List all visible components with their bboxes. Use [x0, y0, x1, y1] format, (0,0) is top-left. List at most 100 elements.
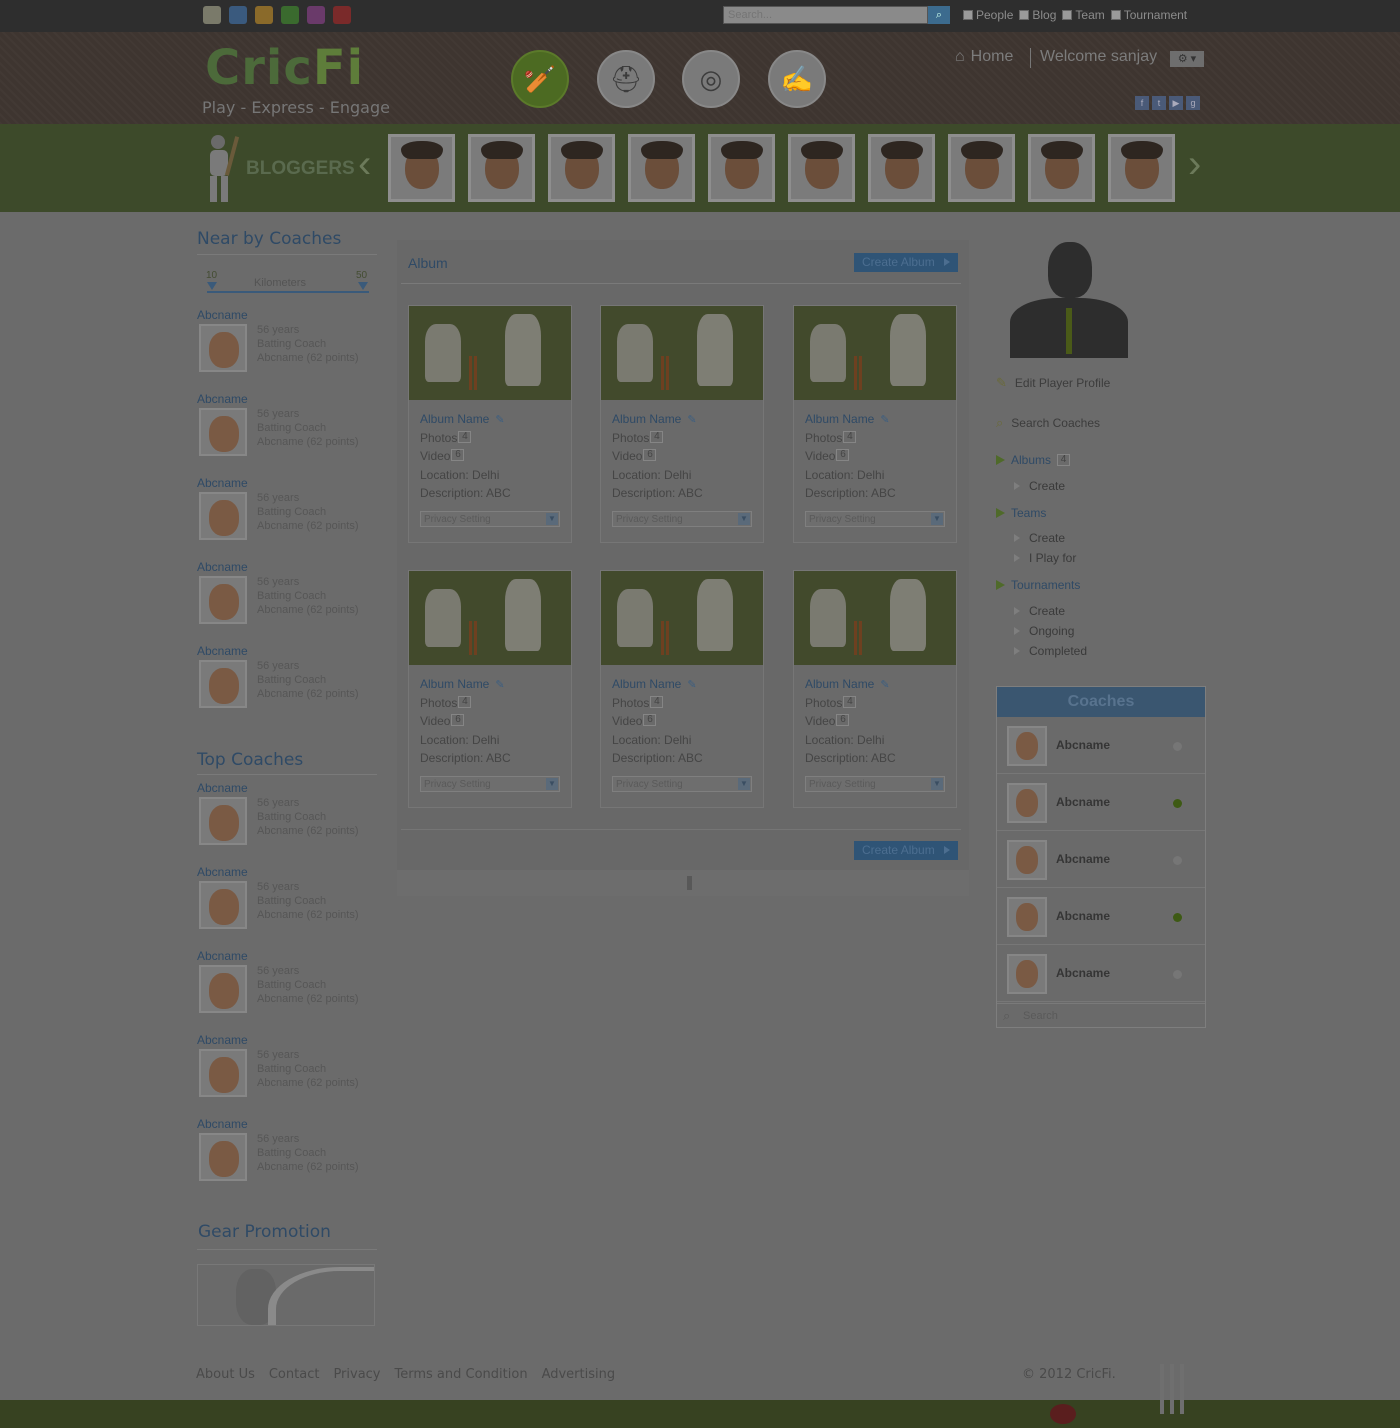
album-cover-photo[interactable]: [409, 306, 571, 400]
twitter-icon[interactable]: t: [1152, 96, 1166, 110]
footer-link-privacy[interactable]: Privacy: [333, 1367, 380, 1382]
create-album-button[interactable]: Create Album: [854, 253, 958, 272]
album-name[interactable]: Album Name: [805, 412, 874, 426]
coach-list-item[interactable]: Abcname 56 years Batting Coach Abcname (62 …: [197, 865, 377, 945]
album-name-link[interactable]: Album Name ✎: [420, 677, 505, 691]
edit-player-profile-link[interactable]: ✎ Edit Player Profile: [996, 375, 1110, 391]
edit-pencil-icon[interactable]: ✎: [687, 414, 696, 426]
coach-name[interactable]: Abcname: [1056, 966, 1110, 980]
footer-link-contact[interactable]: Contact: [269, 1367, 320, 1382]
bloggers-prev-arrow[interactable]: ‹: [358, 144, 371, 184]
privacy-setting-select[interactable]: Privacy Setting ▼: [805, 776, 945, 792]
album-name[interactable]: Album Name: [420, 677, 489, 691]
notepad-icon[interactable]: [203, 6, 221, 24]
coach-avatar[interactable]: [1007, 783, 1047, 823]
coach-name[interactable]: Abcname: [197, 949, 248, 963]
coach-widget-item[interactable]: Abcname: [997, 946, 1205, 1002]
filter-team[interactable]: Team: [1062, 8, 1105, 22]
privacy-setting-select[interactable]: Privacy Setting ▼: [612, 776, 752, 792]
album-name-link[interactable]: Album Name ✎: [805, 677, 890, 691]
filter-people[interactable]: People: [963, 8, 1013, 22]
coach-name[interactable]: Abcname: [197, 1033, 248, 1047]
coach-widget-item[interactable]: Abcname: [997, 889, 1205, 945]
blogger-thumbnail[interactable]: [868, 134, 935, 202]
chevron-down-icon[interactable]: ▼: [546, 778, 558, 790]
coach-avatar[interactable]: [1007, 726, 1047, 766]
ribbon-icon[interactable]: [307, 6, 325, 24]
coach-name[interactable]: Abcname: [197, 644, 248, 658]
coach-list-item[interactable]: Abcname 56 years Batting Coach Abcname (62 …: [197, 476, 377, 556]
album-name-link[interactable]: Album Name ✎: [420, 412, 505, 426]
teams-create-link[interactable]: Create: [1014, 531, 1065, 545]
blogger-thumbnail[interactable]: [948, 134, 1015, 202]
coach-avatar[interactable]: [199, 881, 247, 929]
tag-icon[interactable]: [281, 6, 299, 24]
coach-name[interactable]: Abcname: [197, 781, 248, 795]
albums-create-link[interactable]: Create: [1014, 479, 1065, 493]
checkmark-icon[interactable]: [333, 6, 351, 24]
chevron-down-icon[interactable]: ▼: [738, 778, 750, 790]
nav-cricket-player[interactable]: 🏏: [511, 50, 569, 108]
album-cover-photo[interactable]: [794, 571, 956, 665]
pizza-icon[interactable]: [255, 6, 273, 24]
filter-tournament[interactable]: Tournament: [1110, 8, 1187, 22]
coach-list-item[interactable]: Abcname 56 years Batting Coach Abcname (62 …: [197, 560, 377, 640]
coach-list-item[interactable]: Abcname 56 years Batting Coach Abcname (62 …: [197, 1117, 377, 1197]
search-coaches-link[interactable]: ⌕ Search Coaches: [996, 415, 1100, 431]
teams-menu[interactable]: Teams: [996, 506, 1046, 520]
blogger-thumbnail[interactable]: [1028, 134, 1095, 202]
tournaments-ongoing-link[interactable]: Ongoing: [1014, 624, 1074, 638]
chevron-down-icon[interactable]: ▼: [546, 513, 558, 525]
privacy-setting-select[interactable]: Privacy Setting ▼: [612, 511, 752, 527]
distance-slider[interactable]: 10 Kilometers 50: [203, 270, 373, 294]
blogger-thumbnail[interactable]: [548, 134, 615, 202]
coach-avatar[interactable]: [1007, 954, 1047, 994]
album-name[interactable]: Album Name: [612, 412, 681, 426]
footer-link-terms-and-condition[interactable]: Terms and Condition: [395, 1367, 528, 1382]
blogger-thumbnail[interactable]: [1108, 134, 1175, 202]
album-scrollbar[interactable]: [397, 870, 969, 896]
coach-avatar[interactable]: [199, 1049, 247, 1097]
coach-avatar[interactable]: [199, 408, 247, 456]
site-search-input[interactable]: [723, 6, 928, 24]
nav-helmet[interactable]: ⛑: [597, 50, 655, 108]
edit-pencil-icon[interactable]: ✎: [495, 414, 504, 426]
coach-avatar[interactable]: [199, 1133, 247, 1181]
chevron-down-icon[interactable]: ▼: [931, 778, 943, 790]
coach-widget-item[interactable]: Abcname: [997, 718, 1205, 774]
album-cover-photo[interactable]: [409, 571, 571, 665]
coach-list-item[interactable]: Abcname 56 years Batting Coach Abcname (62 …: [197, 781, 377, 861]
coach-avatar[interactable]: [199, 660, 247, 708]
coach-avatar[interactable]: [199, 576, 247, 624]
album-cover-photo[interactable]: [601, 306, 763, 400]
scroll-handle[interactable]: [687, 876, 692, 890]
coaches-search-input[interactable]: ⌕ Search: [997, 1003, 1205, 1027]
coach-name[interactable]: Abcname: [197, 560, 248, 574]
coach-name[interactable]: Abcname: [197, 865, 248, 879]
footer-link-about-us[interactable]: About Us: [196, 1367, 255, 1382]
chevron-down-icon[interactable]: ▼: [738, 513, 750, 525]
settings-dropdown[interactable]: ⚙ ▾: [1170, 51, 1204, 67]
footer-link-advertising[interactable]: Advertising: [542, 1367, 616, 1382]
album-name[interactable]: Album Name: [805, 677, 874, 691]
teams-i-play-for-link[interactable]: I Play for: [1014, 551, 1076, 565]
coach-name[interactable]: Abcname: [197, 392, 248, 406]
albums-menu[interactable]: Albums 4: [996, 453, 1071, 467]
bloggers-next-arrow[interactable]: ›: [1188, 144, 1201, 184]
privacy-setting-select[interactable]: Privacy Setting ▼: [805, 511, 945, 527]
chevron-down-icon[interactable]: ▼: [931, 513, 943, 525]
youtube-icon[interactable]: ▶: [1169, 96, 1183, 110]
checkbox[interactable]: [1062, 10, 1073, 20]
blogger-thumbnail[interactable]: [788, 134, 855, 202]
privacy-setting-select[interactable]: Privacy Setting ▼: [420, 776, 560, 792]
blogger-thumbnail[interactable]: [388, 134, 455, 202]
album-name-link[interactable]: Album Name ✎: [805, 412, 890, 426]
coach-avatar[interactable]: [1007, 840, 1047, 880]
coach-list-item[interactable]: Abcname 56 years Batting Coach Abcname (62 …: [197, 392, 377, 472]
slider-max-handle[interactable]: [358, 282, 368, 290]
coach-widget-item[interactable]: Abcname: [997, 832, 1205, 888]
paint-icon[interactable]: [229, 6, 247, 24]
coach-name[interactable]: Abcname: [1056, 909, 1110, 923]
checkbox[interactable]: [1019, 10, 1030, 20]
create-album-button-bottom[interactable]: Create Album: [854, 841, 958, 860]
